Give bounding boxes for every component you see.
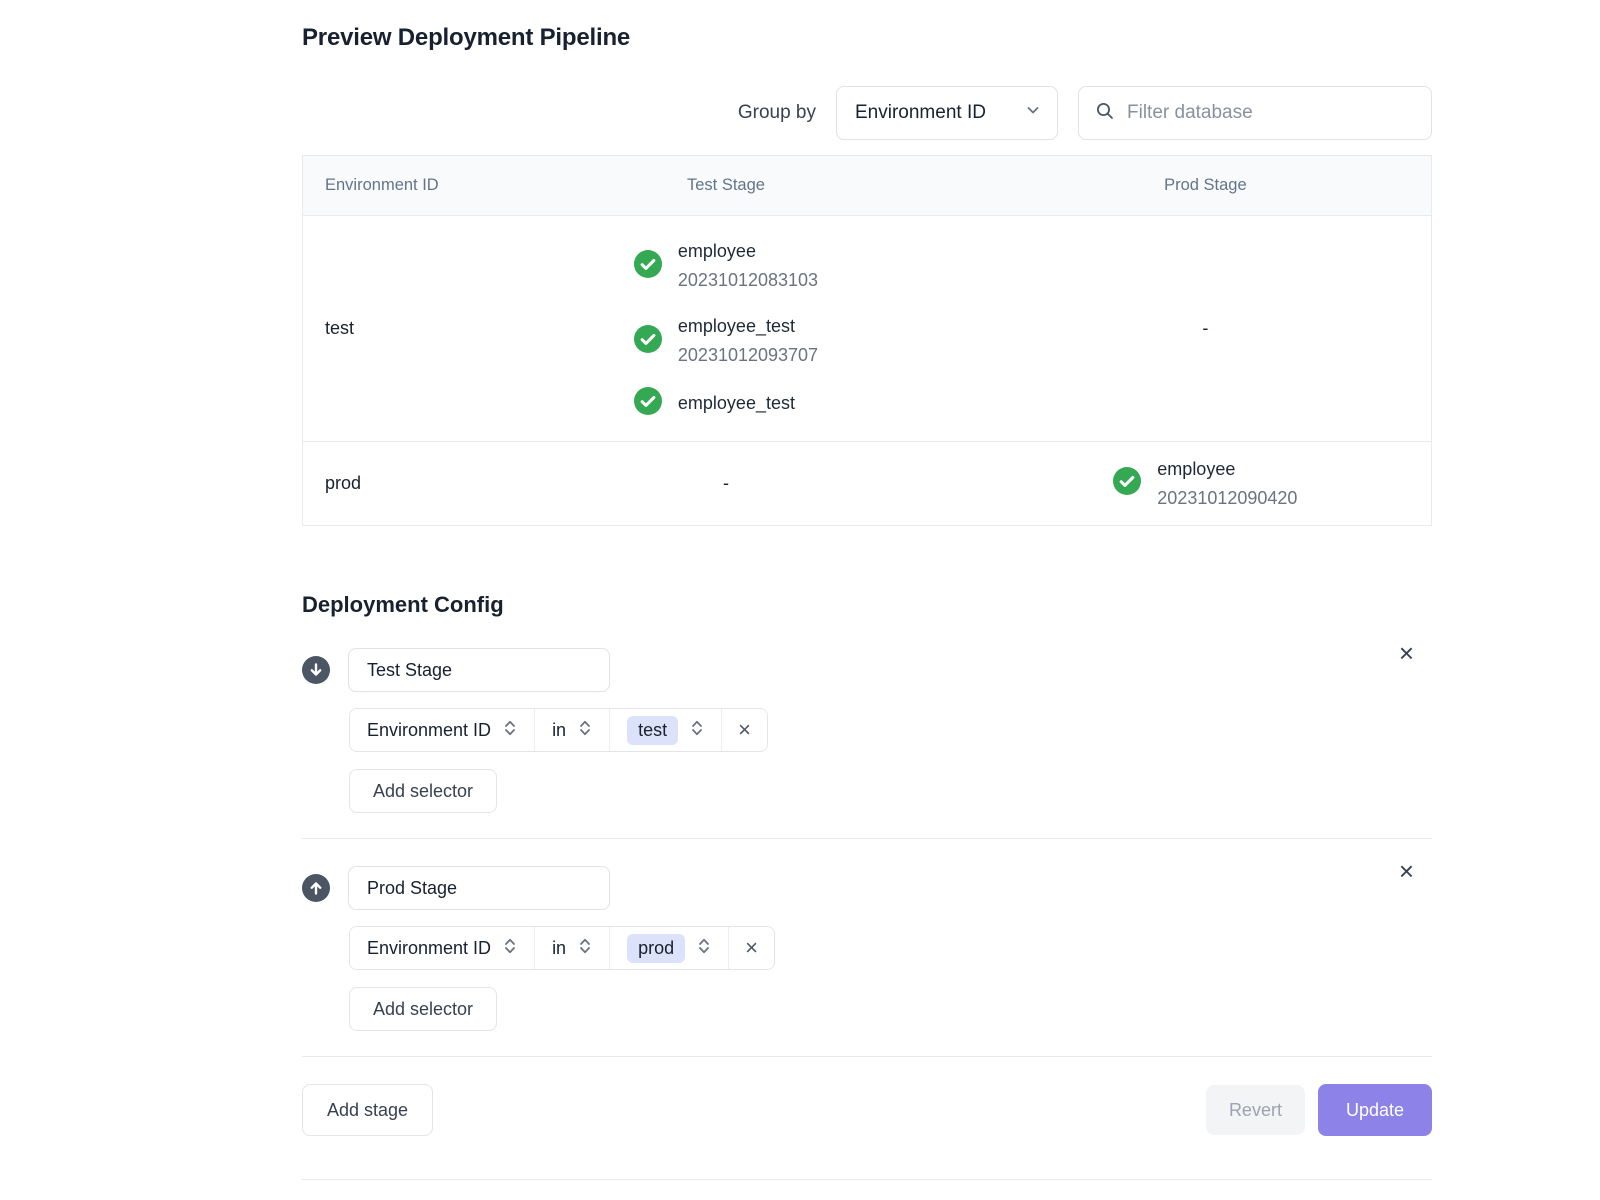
test-stage-deployments: employee 20231012083103 employee_test 20… bbox=[634, 237, 818, 420]
group-by-select[interactable]: Environment ID bbox=[836, 86, 1058, 140]
close-icon: × bbox=[1399, 856, 1414, 886]
footer-actions: Add stage Revert Update bbox=[302, 1084, 1432, 1136]
chevron-down-icon bbox=[1025, 102, 1041, 124]
selector-key-select[interactable]: Environment ID bbox=[350, 927, 534, 969]
table-row-test: test employee 20231012083103 bbox=[303, 216, 1431, 441]
selector-key-select[interactable]: Environment ID bbox=[350, 709, 534, 751]
page-title: Preview Deployment Pipeline bbox=[302, 24, 1432, 52]
deployment-item: employee 20231012083103 bbox=[634, 237, 818, 295]
deployment-item: employee_test 20231012093707 bbox=[634, 312, 818, 370]
success-check-icon bbox=[1113, 467, 1141, 500]
up-down-chevrons-icon bbox=[578, 718, 592, 743]
up-down-chevrons-icon bbox=[697, 936, 711, 961]
selector-value-select[interactable]: prod bbox=[609, 927, 728, 969]
arrow-up-circle-icon bbox=[302, 890, 330, 905]
column-header-test-stage: Test Stage bbox=[472, 176, 980, 195]
add-selector-button[interactable]: Add selector bbox=[349, 987, 497, 1031]
stage-title-input[interactable] bbox=[348, 866, 610, 910]
remove-icon: × bbox=[745, 935, 758, 961]
move-stage-down-button[interactable] bbox=[302, 656, 330, 684]
prod-stage-deployments: employee 20231012090420 bbox=[1113, 455, 1297, 513]
bottom-divider bbox=[302, 1179, 1432, 1180]
up-down-chevrons-icon bbox=[690, 718, 704, 743]
deployment-item: employee_test bbox=[634, 387, 818, 420]
page: Preview Deployment Pipeline Group by Env… bbox=[0, 0, 1600, 1180]
filter-database-input[interactable] bbox=[1127, 102, 1415, 124]
selector-row: Environment ID in test × bbox=[349, 708, 768, 752]
success-check-icon bbox=[634, 250, 662, 283]
empty-stage-placeholder: - bbox=[1202, 318, 1208, 338]
selector-value-chip: prod bbox=[627, 934, 685, 963]
selector-key-value: Environment ID bbox=[367, 938, 491, 959]
stage-divider bbox=[302, 838, 1432, 839]
success-check-icon bbox=[634, 325, 662, 358]
selector-key-value: Environment ID bbox=[367, 720, 491, 741]
revert-button[interactable]: Revert bbox=[1206, 1085, 1305, 1135]
stage-title-input[interactable] bbox=[348, 648, 610, 692]
filter-database-box bbox=[1078, 86, 1432, 140]
selector-operator-value: in bbox=[552, 938, 566, 959]
arrow-down-circle-icon bbox=[302, 672, 330, 687]
deployment-item: employee 20231012090420 bbox=[1113, 455, 1297, 513]
group-by-selected-value: Environment ID bbox=[855, 102, 986, 124]
group-by-label: Group by bbox=[738, 102, 816, 124]
up-down-chevrons-icon bbox=[503, 718, 517, 743]
footer-divider bbox=[302, 1056, 1432, 1057]
pipeline-toolbar: Group by Environment ID bbox=[302, 86, 1432, 140]
selector-value-select[interactable]: test bbox=[609, 709, 721, 751]
database-name: employee bbox=[678, 237, 818, 266]
environment-name: test bbox=[325, 318, 354, 338]
success-check-icon bbox=[634, 387, 662, 420]
stage-config-test: × Environment ID in test × bbox=[302, 648, 1432, 813]
schema-version: 20231012093707 bbox=[678, 341, 818, 370]
column-header-prod-stage: Prod Stage bbox=[980, 176, 1431, 195]
up-down-chevrons-icon bbox=[503, 936, 517, 961]
empty-stage-placeholder: - bbox=[723, 473, 729, 493]
remove-selector-button[interactable]: × bbox=[728, 927, 774, 969]
update-button[interactable]: Update bbox=[1318, 1084, 1432, 1136]
remove-selector-button[interactable]: × bbox=[721, 709, 767, 751]
selector-operator-value: in bbox=[552, 720, 566, 741]
pipeline-table-header: Environment ID Test Stage Prod Stage bbox=[303, 156, 1431, 216]
remove-icon: × bbox=[738, 717, 751, 743]
environment-name: prod bbox=[325, 473, 361, 493]
schema-version: 20231012083103 bbox=[678, 266, 818, 295]
schema-version: 20231012090420 bbox=[1157, 484, 1297, 513]
database-name: employee_test bbox=[678, 389, 795, 418]
move-stage-up-button[interactable] bbox=[302, 874, 330, 902]
deployment-config-title: Deployment Config bbox=[302, 592, 1432, 618]
database-name: employee_test bbox=[678, 312, 818, 341]
column-header-environment-id: Environment ID bbox=[303, 176, 472, 195]
add-selector-button[interactable]: Add selector bbox=[349, 769, 497, 813]
selector-operator-select[interactable]: in bbox=[534, 927, 609, 969]
stage-config-prod: × Environment ID in prod × bbox=[302, 866, 1432, 1031]
selector-value-chip: test bbox=[627, 716, 678, 745]
table-row-prod: prod - employee 20231012090420 bbox=[303, 441, 1431, 525]
database-name: employee bbox=[1157, 455, 1297, 484]
up-down-chevrons-icon bbox=[578, 936, 592, 961]
selector-operator-select[interactable]: in bbox=[534, 709, 609, 751]
add-stage-button[interactable]: Add stage bbox=[302, 1084, 433, 1136]
remove-stage-button[interactable]: × bbox=[1399, 858, 1414, 884]
pipeline-table: Environment ID Test Stage Prod Stage tes… bbox=[302, 155, 1432, 526]
close-icon: × bbox=[1399, 638, 1414, 668]
search-icon bbox=[1095, 101, 1115, 126]
remove-stage-button[interactable]: × bbox=[1399, 640, 1414, 666]
selector-row: Environment ID in prod × bbox=[349, 926, 775, 970]
